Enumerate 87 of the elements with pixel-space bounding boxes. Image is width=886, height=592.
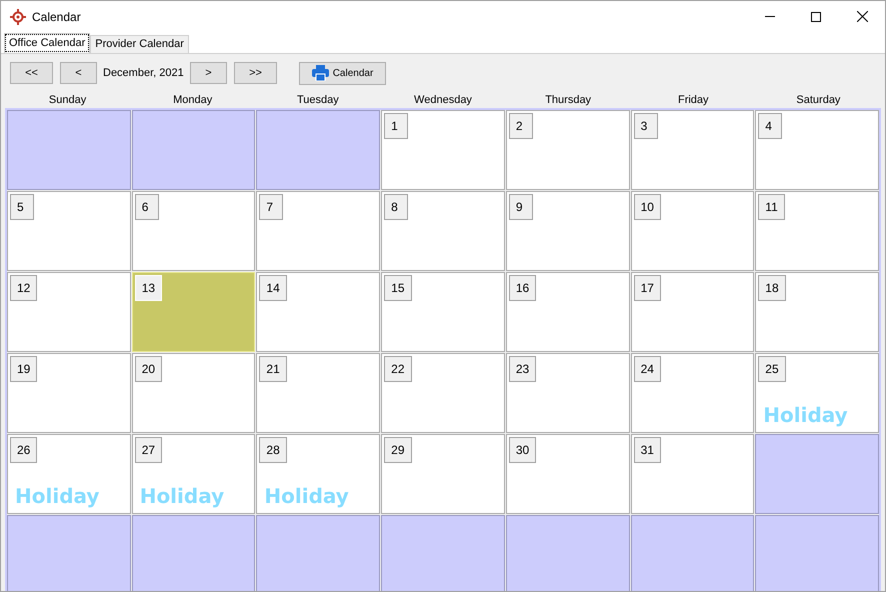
day-number: 10: [634, 194, 661, 220]
target-icon: [10, 8, 26, 24]
day-cell[interactable]: 11: [755, 191, 879, 271]
day-number: 19: [10, 356, 38, 382]
day-cell[interactable]: 30: [506, 434, 630, 514]
day-number: 9: [508, 194, 533, 220]
weekday-header: Wednesday: [413, 93, 473, 108]
day-cell[interactable]: 10: [630, 191, 754, 271]
day-number: 25: [758, 356, 786, 382]
day-cell[interactable]: 7: [256, 191, 380, 271]
last-button[interactable]: >>: [234, 62, 277, 84]
day-cell[interactable]: 16: [506, 272, 630, 352]
day-number: 11: [758, 194, 785, 220]
day-cell[interactable]: 17: [630, 272, 754, 352]
printer-icon: [312, 65, 329, 81]
day-cell[interactable]: 28 Holiday: [256, 434, 380, 514]
day-cell[interactable]: 19: [7, 353, 131, 433]
day-cell[interactable]: 12: [7, 272, 131, 352]
day-number: 8: [384, 194, 408, 220]
weekday-header: Tuesday: [296, 93, 340, 108]
day-cell[interactable]: 4: [755, 110, 879, 190]
day-number: 12: [10, 275, 38, 301]
weekday-header: Thursday: [544, 93, 592, 108]
day-number: 7: [259, 194, 284, 220]
day-number: 28: [259, 437, 287, 463]
day-cell[interactable]: 13: [132, 272, 256, 352]
day-number: 26: [10, 437, 38, 463]
day-cell[interactable]: 14: [256, 272, 380, 352]
day-cell[interactable]: 21: [256, 353, 380, 433]
day-cell[interactable]: 3: [630, 110, 754, 190]
day-number: 23: [508, 356, 536, 382]
tab[interactable]: Provider Calendar: [90, 35, 189, 53]
day-cell[interactable]: 22: [381, 353, 505, 433]
day-cell[interactable]: 5: [7, 191, 131, 271]
day-cell[interactable]: 1: [381, 110, 505, 190]
day-cell[interactable]: 31: [630, 434, 754, 514]
weekday-header: Sunday: [48, 93, 88, 108]
day-number: 1: [384, 113, 408, 139]
previous-button[interactable]: <: [60, 62, 97, 84]
day-number: 30: [508, 437, 536, 463]
first-button[interactable]: <<: [10, 62, 53, 84]
day-cell[interactable]: 24: [630, 353, 754, 433]
day-number: 17: [634, 275, 661, 301]
day-number: 18: [758, 275, 786, 301]
holiday-label: Holiday: [763, 402, 848, 429]
next-button[interactable]: >: [190, 62, 227, 84]
weekday-header: Saturday: [795, 93, 842, 108]
day-cell[interactable]: 2: [506, 110, 630, 190]
weekday-header: Monday: [172, 93, 214, 108]
holiday-label: Holiday: [140, 483, 224, 510]
day-cell[interactable]: 20: [132, 353, 256, 433]
day-cell[interactable]: 26 Holiday: [7, 434, 131, 514]
day-number: 14: [259, 275, 287, 301]
holiday-label: Holiday: [264, 483, 349, 510]
day-number: 13: [134, 275, 162, 301]
window-title: Calendar: [32, 8, 81, 26]
day-cell[interactable]: 27 Holiday: [132, 434, 256, 514]
day-number: 2: [508, 113, 533, 139]
close-icon: [856, 11, 868, 22]
print-button[interactable]: Calendar: [299, 62, 386, 84]
day-number: 3: [634, 113, 658, 139]
day-number: 5: [10, 194, 34, 220]
day-cell[interactable]: 9: [506, 191, 630, 271]
tab[interactable]: Office Calendar: [4, 33, 90, 53]
minimize-icon: [765, 16, 775, 17]
day-number: 24: [634, 356, 661, 382]
day-number: 16: [508, 275, 536, 301]
day-cell[interactable]: 8: [381, 191, 505, 271]
day-number: 21: [259, 356, 287, 382]
day-number: 22: [384, 356, 412, 382]
maximize-icon: [811, 12, 821, 22]
day-number: 20: [134, 356, 162, 382]
day-number: 29: [384, 437, 412, 463]
day-number: 31: [634, 437, 661, 463]
day-cell[interactable]: 29: [381, 434, 505, 514]
day-number: 4: [758, 113, 782, 139]
day-cell[interactable]: 23: [506, 353, 630, 433]
day-number: 6: [134, 194, 159, 220]
day-cell[interactable]: 6: [132, 191, 256, 271]
day-cell[interactable]: 15: [381, 272, 505, 352]
day-number: 27: [134, 437, 162, 463]
month-label: December, 2021: [103, 66, 185, 81]
weekday-header: Friday: [676, 93, 710, 108]
day-number: 15: [384, 275, 412, 301]
day-cell[interactable]: 25 Holiday: [755, 353, 879, 433]
holiday-label: Holiday: [15, 483, 100, 510]
day-cell[interactable]: 18: [755, 272, 879, 352]
